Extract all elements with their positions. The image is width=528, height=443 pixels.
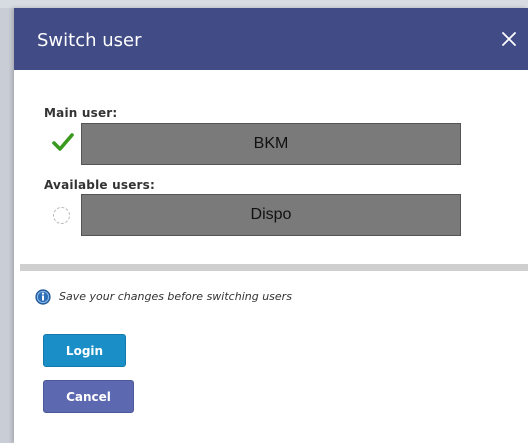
close-button[interactable] xyxy=(496,26,522,52)
notice-text: Save your changes before switching users xyxy=(59,290,292,303)
main-user-label: Main user: xyxy=(44,106,118,120)
main-user-option[interactable]: BKM xyxy=(81,123,461,165)
radio-unselected-icon[interactable] xyxy=(53,207,70,224)
section-divider xyxy=(20,264,528,271)
available-user-name: Dispo xyxy=(250,206,292,223)
switch-user-dialog: Switch user Main user: BKM Available use… xyxy=(14,8,528,443)
info-icon xyxy=(35,289,51,305)
dialog-title: Switch user xyxy=(37,30,142,51)
available-user-option[interactable]: Dispo xyxy=(81,194,461,236)
dialog-header: Switch user xyxy=(14,8,528,70)
close-icon xyxy=(502,32,516,46)
background-strip xyxy=(0,0,528,8)
available-users-label: Available users: xyxy=(44,178,156,192)
main-user-name: BKM xyxy=(253,135,289,152)
login-button[interactable]: Login xyxy=(43,334,126,367)
checkmark-icon xyxy=(52,133,74,151)
cancel-button[interactable]: Cancel xyxy=(43,380,134,413)
